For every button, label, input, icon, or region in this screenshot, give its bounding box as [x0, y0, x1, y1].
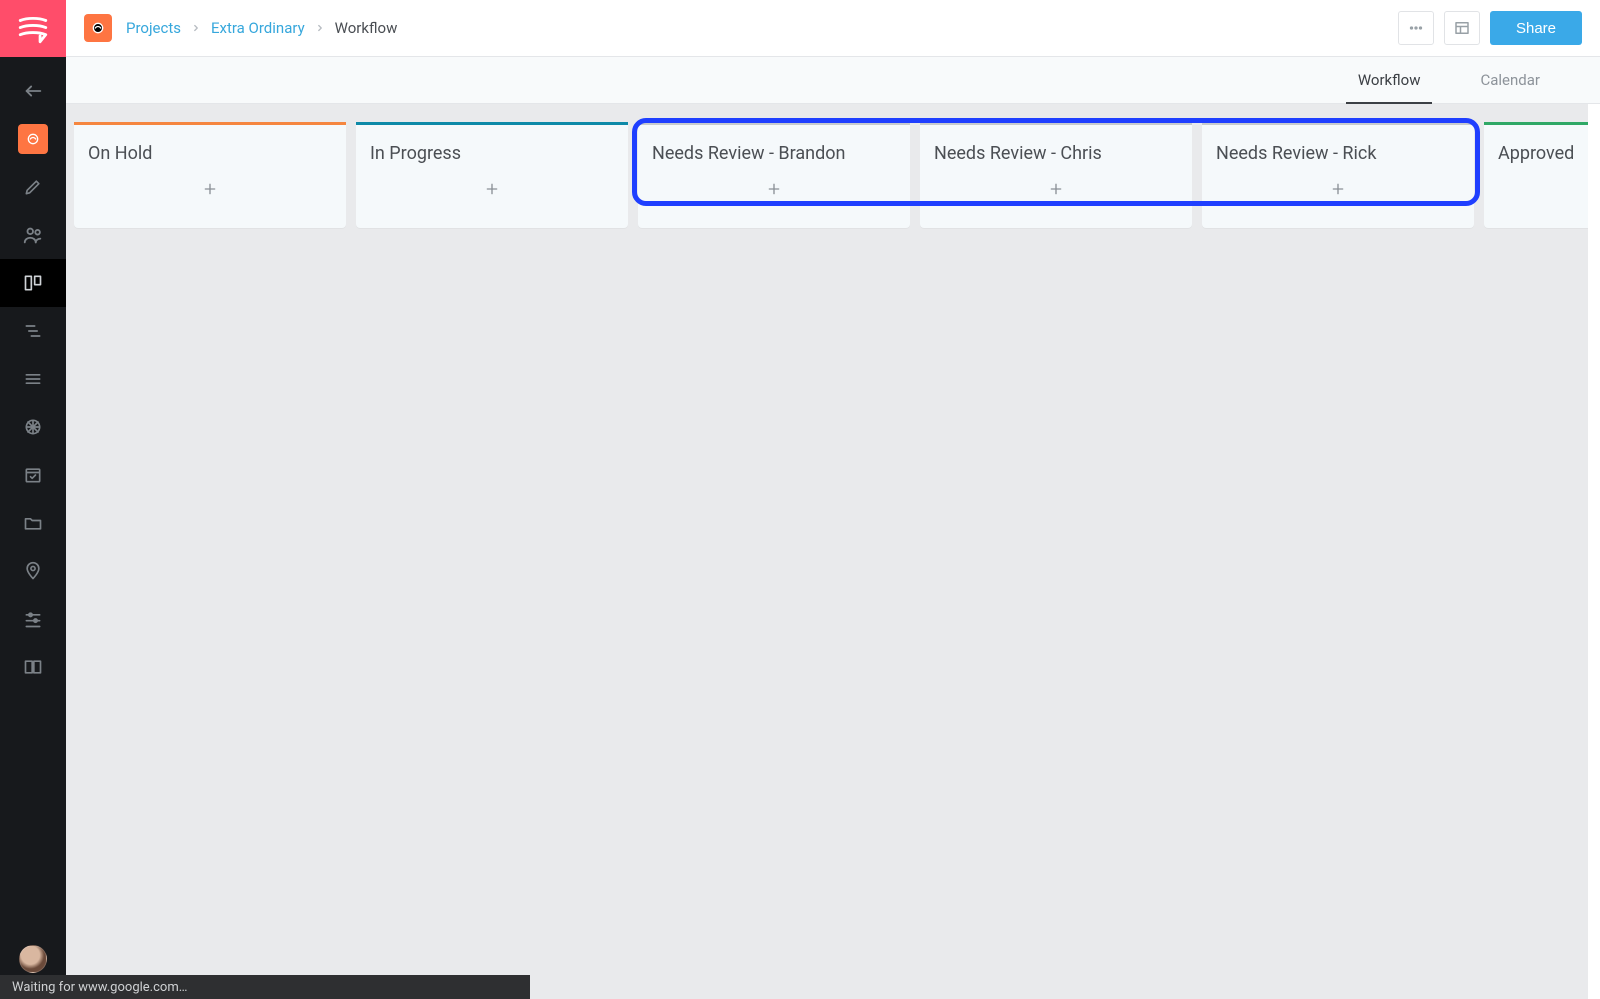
view-tabs: Workflow Calendar: [66, 57, 1600, 104]
workflow-column[interactable]: Needs Review - Brandon: [638, 122, 910, 228]
column-title: Needs Review - Brandon: [638, 125, 910, 172]
column-title: On Hold: [74, 125, 346, 172]
add-card-button[interactable]: [1484, 172, 1600, 206]
folder-icon[interactable]: [0, 499, 66, 547]
add-card-button[interactable]: [1202, 172, 1474, 206]
column-title: In Progress: [356, 125, 628, 172]
list-icon[interactable]: [0, 355, 66, 403]
breadcrumb-current: Workflow: [335, 19, 398, 37]
project-icon[interactable]: [0, 115, 66, 163]
avatar[interactable]: [19, 945, 47, 973]
more-button[interactable]: [1398, 11, 1434, 45]
add-card-button[interactable]: [74, 172, 346, 206]
tab-workflow[interactable]: Workflow: [1328, 57, 1451, 103]
column-title: Needs Review - Chris: [920, 125, 1192, 172]
tab-calendar[interactable]: Calendar: [1450, 57, 1570, 103]
add-card-button[interactable]: [920, 172, 1192, 206]
add-card-button[interactable]: [638, 172, 910, 206]
workflow-column[interactable]: Needs Review - Chris: [920, 122, 1192, 228]
add-card-button[interactable]: [356, 172, 628, 206]
wheel-icon[interactable]: [0, 403, 66, 451]
chevron-right-icon: [191, 19, 201, 37]
workflow-board: On HoldIn ProgressNeeds Review - Brandon…: [66, 104, 1600, 999]
app-logo[interactable]: [0, 0, 66, 57]
browser-status-bar: Waiting for www.google.com…: [0, 975, 530, 999]
board-icon[interactable]: [0, 259, 66, 307]
workflow-column[interactable]: On Hold: [74, 122, 346, 228]
left-rail: Made By: [0, 0, 66, 999]
right-edge: [1588, 57, 1600, 999]
chevron-right-icon: [315, 19, 325, 37]
breadcrumb: Projects Extra Ordinary Workflow: [126, 19, 397, 37]
book-icon[interactable]: [0, 643, 66, 691]
workflow-column[interactable]: Approved: [1484, 122, 1600, 228]
location-icon[interactable]: [0, 547, 66, 595]
back-icon[interactable]: [0, 67, 66, 115]
status-text: Waiting for www.google.com…: [12, 980, 187, 995]
threads-icon[interactable]: [0, 307, 66, 355]
share-button[interactable]: Share: [1490, 11, 1582, 45]
workflow-column[interactable]: Needs Review - Rick: [1202, 122, 1474, 228]
header: Projects Extra Ordinary Workflow Share: [66, 0, 1600, 57]
workflow-column[interactable]: In Progress: [356, 122, 628, 228]
project-square-icon[interactable]: [84, 14, 112, 42]
edit-icon[interactable]: [0, 163, 66, 211]
column-title: Needs Review - Rick: [1202, 125, 1474, 172]
calendar-icon[interactable]: [0, 451, 66, 499]
column-title: Approved: [1484, 125, 1600, 172]
sliders-icon[interactable]: [0, 595, 66, 643]
breadcrumb-projects[interactable]: Projects: [126, 19, 181, 37]
people-icon[interactable]: [0, 211, 66, 259]
breadcrumb-project[interactable]: Extra Ordinary: [211, 19, 305, 37]
layout-button[interactable]: [1444, 11, 1480, 45]
